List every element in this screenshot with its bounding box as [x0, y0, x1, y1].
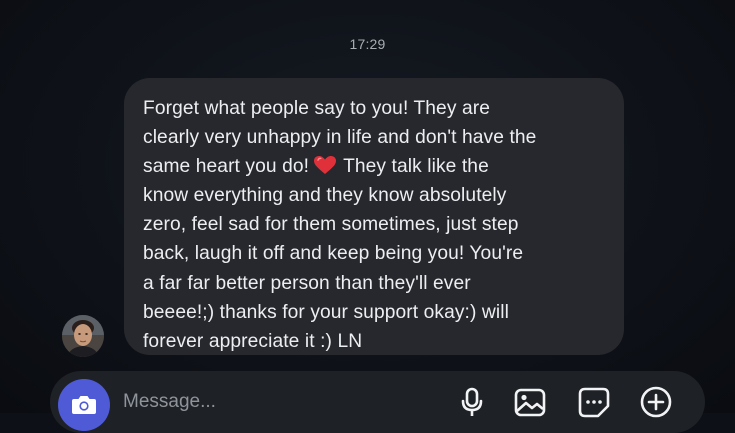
message-line: back, laugh it off and keep being you! Y… [143, 243, 524, 265]
sticker-icon[interactable] [577, 385, 611, 419]
red-heart-icon [313, 155, 337, 175]
message-line: Forget what people say to you! They are [143, 98, 490, 119]
message-line-segment: same heart you do! [143, 156, 310, 178]
message-timestamp: 17:29 [349, 36, 386, 52]
message-line: zero, feel sad for them sometimes, just … [143, 214, 519, 236]
message-line-with-emoji: same heart you do! They talk like the [143, 152, 606, 181]
message-line: know everything and they know absolutely [143, 185, 507, 207]
chat-thread: 17:29 Forget what people say to you! The… [0, 0, 735, 413]
message-line: forever appreciate it :) LN [143, 330, 363, 352]
add-icon[interactable] [639, 385, 673, 419]
message-composer [50, 371, 705, 433]
message-line: a far far better person than they'll eve… [143, 272, 471, 294]
camera-icon [72, 396, 96, 414]
message-line: beeee!;) thanks for your support okay:) … [143, 301, 509, 323]
sender-avatar[interactable] [62, 315, 104, 357]
message-line-segment: They talk like the [343, 156, 489, 178]
gallery-icon[interactable] [513, 385, 547, 419]
camera-button[interactable] [58, 379, 110, 431]
received-message-bubble[interactable]: Forget what people say to you! They are … [124, 78, 624, 355]
microphone-icon[interactable] [455, 385, 489, 419]
message-input[interactable] [123, 391, 423, 413]
message-line: clearly very unhappy in life and don't h… [143, 127, 537, 149]
